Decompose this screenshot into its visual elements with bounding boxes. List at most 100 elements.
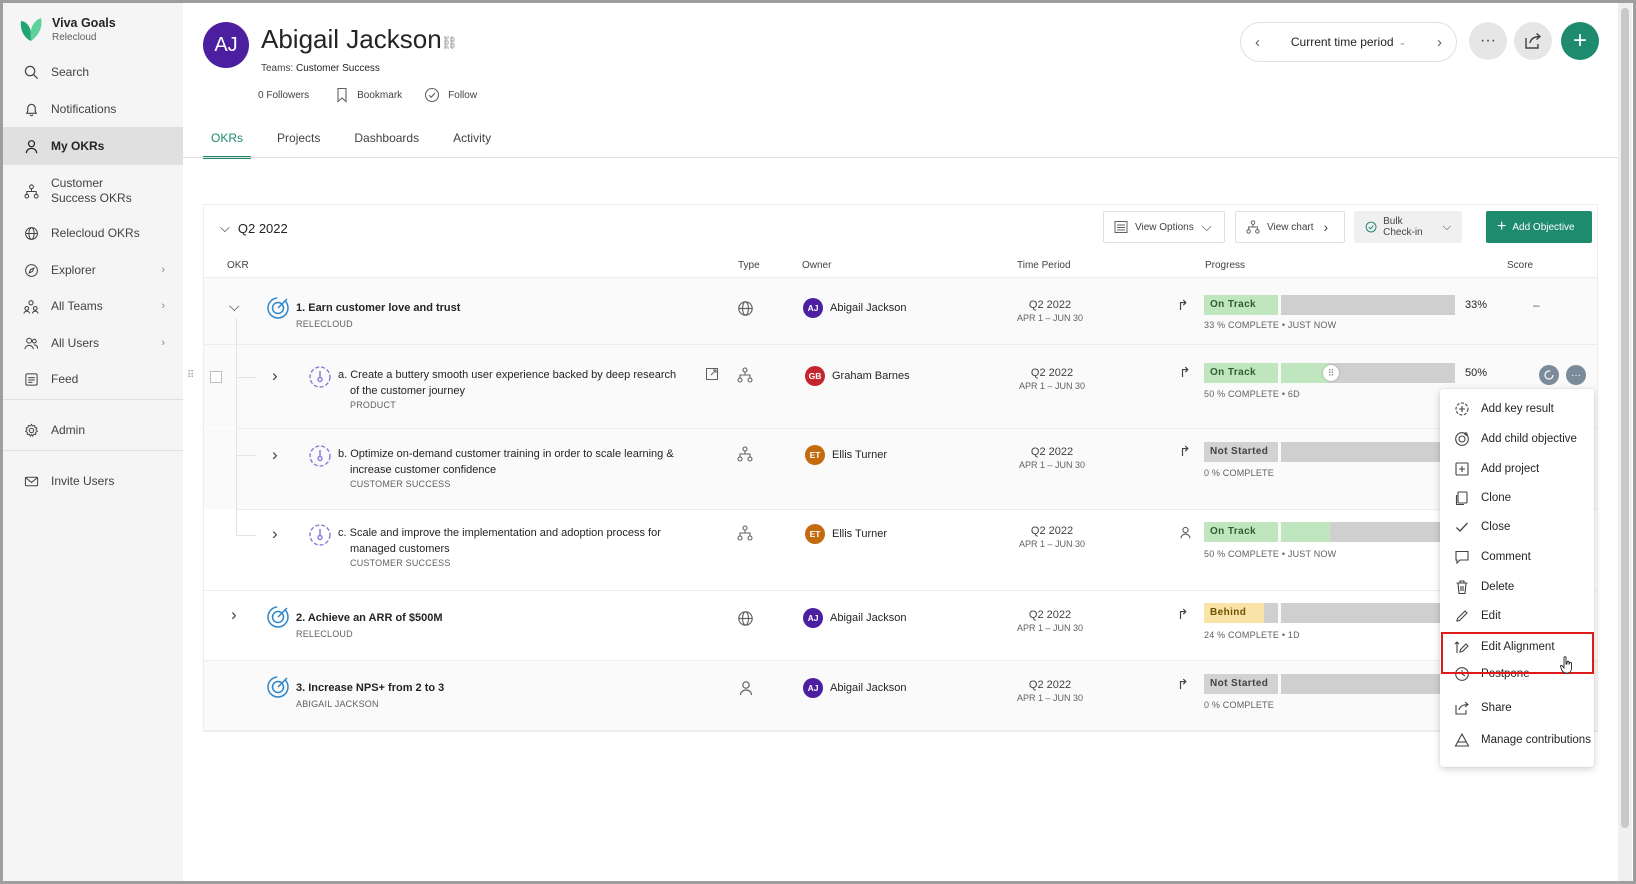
section-header[interactable]: ⌵ Q2 2022 [220,220,288,236]
view-chart-button[interactable]: View chart › [1235,211,1345,243]
menu-item-add-project[interactable]: Add project [1440,455,1594,483]
add-objective-button[interactable]: + Add Objective [1486,211,1592,243]
sidebar-item-customer-success-okrs[interactable]: Customer Success OKRs [3,173,183,209]
prev-period-button[interactable]: ‹ [1255,34,1260,51]
owner-cell[interactable]: AJ Abigail Jackson [803,298,906,318]
view-options-button[interactable]: View Options ⌵ [1103,211,1225,243]
sidebar-item-all-users[interactable]: All Users › [3,329,183,357]
okr-title[interactable]: 2. Achieve an ARR of $500M [296,610,443,626]
expand-chevron-icon[interactable]: › [272,524,278,544]
objective-target-icon [267,606,289,628]
sidebar-item-relecloud-okrs[interactable]: Relecloud OKRs [3,219,183,247]
drag-handle-icon[interactable]: ⠿ [187,370,194,381]
sidebar-item-my-okrs[interactable]: My OKRs [3,127,183,165]
owner-cell[interactable]: AJ Abigail Jackson [803,678,906,698]
progress-bar[interactable]: Not Started [1204,442,1440,462]
period: Q2 2022 [1030,525,1074,537]
menu-item-share[interactable]: Share [1440,694,1594,722]
sidebar-item-invite-users[interactable]: Invite Users [3,467,183,495]
create-button[interactable]: + [1561,22,1599,60]
okr-title[interactable]: b. Optimize on-demand customer training … [338,446,674,462]
link-icon[interactable]: ⛓ [441,35,458,51]
sidebar-item-label: All Users [51,336,100,350]
follow-button[interactable]: Follow [424,87,477,103]
menu-item-close[interactable]: Close [1440,513,1594,541]
row-more-button[interactable]: ··· [1566,365,1586,385]
col-score: Score [1507,260,1534,271]
followers-count[interactable]: 0 Followers [258,90,309,101]
checkin-button[interactable] [1539,365,1559,385]
bulk-checkin-button[interactable]: Bulk Check-in ⌵ [1354,211,1462,243]
owner-cell[interactable]: ET Ellis Turner [805,445,887,465]
pencil-icon [1453,607,1471,625]
checkmark-icon [1453,518,1471,536]
row-divider [204,590,1597,591]
period-dropdown[interactable]: Current time period ⌄ [1291,35,1406,49]
progress-bar[interactable]: Not Started [1204,674,1440,694]
menu-item-edit[interactable]: Edit [1440,602,1594,630]
menu-item-add-child-objective[interactable]: Add child objective [1440,425,1594,453]
sidebar-item-all-teams[interactable]: All Teams › [3,292,183,320]
okr-title[interactable]: 3. Increase NPS+ from 2 to 3 [296,680,444,696]
progress-meta: 33 % COMPLETE • JUST NOW [1204,320,1337,330]
check-in-arrow-icon[interactable]: ↱ [1179,364,1191,381]
progress-bar[interactable]: Behind [1204,603,1440,623]
users-icon [21,333,41,353]
okr-title[interactable]: a. Create a buttery smooth user experien… [338,367,676,383]
expand-chevron-icon[interactable]: › [231,605,237,625]
owner-name: Abigail Jackson [830,302,907,314]
progress-bar[interactable]: On Track [1204,522,1440,542]
owner-cell[interactable]: AJ Abigail Jackson [803,608,906,628]
check-in-arrow-icon[interactable]: ↱ [1177,676,1189,693]
okr-title[interactable]: 1. Earn customer love and trust [296,300,460,316]
menu-item-clone[interactable]: Clone [1440,484,1594,512]
row-divider [236,509,1597,510]
globe-icon [738,301,753,316]
expand-chevron-icon[interactable]: › [272,366,278,386]
check-in-arrow-icon[interactable]: ↱ [1177,606,1189,623]
menu-item-manage-contributions[interactable]: Manage contributions [1440,726,1594,754]
sidebar: Viva Goals Relecloud Search Notification… [3,3,183,881]
scrollbar-thumb[interactable] [1621,8,1629,828]
sidebar-item-search[interactable]: Search [3,58,183,86]
teams-value[interactable]: Customer Success [296,63,380,74]
tab-projects[interactable]: Projects [277,131,320,159]
person-icon[interactable] [1179,526,1192,539]
progress-slider-handle[interactable]: ⠿ [1323,365,1339,381]
chevron-down-icon: ⌄ [1398,36,1407,47]
copy-icon [1453,489,1471,507]
add-objective-label: Add Objective [1512,221,1575,233]
row-checkbox[interactable] [210,371,222,383]
menu-item-comment[interactable]: Comment [1440,543,1594,571]
list-icon [1114,221,1128,233]
owner-cell[interactable]: ET Ellis Turner [805,524,887,544]
tab-okrs[interactable]: OKRs [202,131,252,159]
okr-cell: b. Optimize on-demand customer training … [338,446,674,489]
check-in-arrow-icon[interactable]: ↱ [1179,443,1191,460]
sidebar-item-feed[interactable]: Feed [3,365,183,393]
sidebar-item-notifications[interactable]: Notifications [3,95,183,123]
menu-item-delete[interactable]: Delete [1440,573,1594,601]
expand-chevron-icon[interactable]: › [272,445,278,465]
check-in-arrow-icon[interactable]: ↱ [1177,297,1189,314]
okr-subtitle: RELECLOUD [296,629,353,639]
collapse-chevron-icon[interactable]: ⌵ [229,298,240,315]
progress-bar[interactable]: On Track [1204,295,1455,315]
okr-title[interactable]: c. Scale and improve the implementation … [338,525,661,541]
tab-dashboards[interactable]: Dashboards [354,131,419,159]
open-in-new-icon[interactable] [705,367,719,381]
next-period-button[interactable]: › [1437,34,1442,51]
owner-cell[interactable]: GB Graham Barnes [805,366,910,386]
tab-activity[interactable]: Activity [453,131,491,159]
more-options-button[interactable]: ··· [1469,22,1507,60]
menu-item-label: Delete [1481,581,1515,593]
brand[interactable]: Viva Goals Relecloud [17,15,116,43]
compass-icon [21,260,41,280]
sidebar-item-explorer[interactable]: Explorer › [3,256,183,284]
menu-item-add-key-result[interactable]: Add key result [1440,395,1594,423]
share-button[interactable] [1514,22,1552,60]
sidebar-item-admin[interactable]: Admin [3,416,183,444]
bookmark-button[interactable]: Bookmark [335,87,402,103]
progress-bar[interactable]: On Track ⠿ [1204,363,1455,383]
row-divider [204,344,1597,345]
